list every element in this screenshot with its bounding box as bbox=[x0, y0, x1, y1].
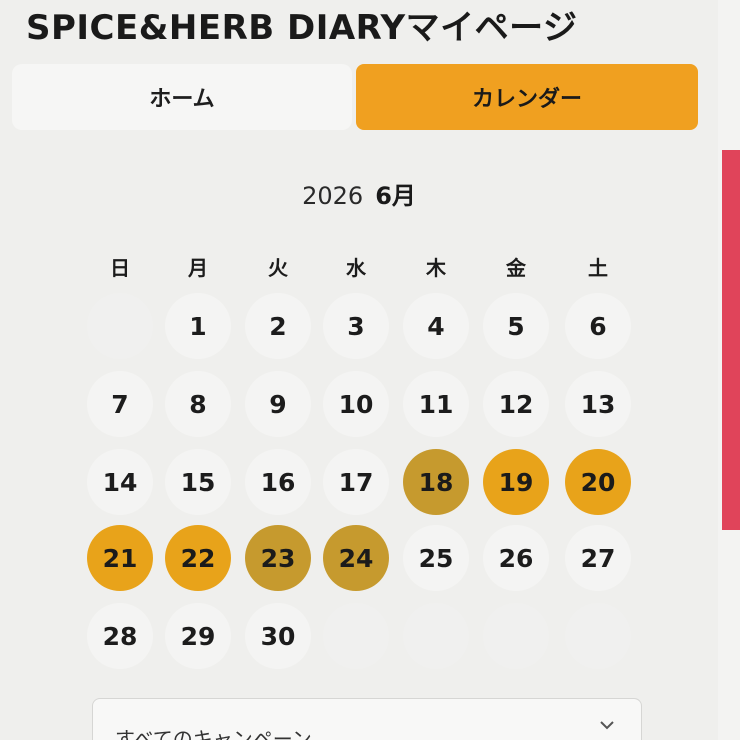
campaign-select[interactable]: すべてのキャンペーン bbox=[92, 698, 642, 740]
calendar-day-28[interactable]: 28 bbox=[87, 603, 153, 669]
calendar-day-empty bbox=[565, 603, 631, 669]
calendar-day-30[interactable]: 30 bbox=[245, 603, 311, 669]
calendar-day-3[interactable]: 3 bbox=[323, 293, 389, 359]
calendar-day-1[interactable]: 1 bbox=[165, 293, 231, 359]
calendar-day-6[interactable]: 6 bbox=[565, 293, 631, 359]
calendar-day-2[interactable]: 2 bbox=[245, 293, 311, 359]
my-page-panel: SPICE&HERB DIARYマイページ ホーム カレンダー 2026 6月 日… bbox=[0, 0, 718, 740]
calendar-day-12[interactable]: 12 bbox=[483, 371, 549, 437]
calendar-day-29[interactable]: 29 bbox=[165, 603, 231, 669]
calendar-day-21[interactable]: 21 bbox=[87, 525, 153, 591]
calendar-day-17[interactable]: 17 bbox=[323, 449, 389, 515]
calendar-day-empty bbox=[483, 603, 549, 669]
calendar-day-14[interactable]: 14 bbox=[87, 449, 153, 515]
calendar-day-empty bbox=[87, 293, 153, 359]
edge-accent bbox=[722, 150, 740, 530]
window-edge bbox=[718, 0, 740, 740]
calendar-day-18[interactable]: 18 bbox=[403, 449, 469, 515]
calendar-day-22[interactable]: 22 bbox=[165, 525, 231, 591]
calendar-day-26[interactable]: 26 bbox=[483, 525, 549, 591]
calendar-day-8[interactable]: 8 bbox=[165, 371, 231, 437]
calendar-day-15[interactable]: 15 bbox=[165, 449, 231, 515]
screen: SPICE&HERB DIARYマイページ ホーム カレンダー 2026 6月 日… bbox=[0, 0, 740, 740]
calendar-grid: 1 2 3 4 5 6 7 8 9 10 11 12 13 14 15 16 17 18 19 20 21 22 23 24 2… bbox=[0, 0, 718, 740]
campaign-select-value: すべてのキャンペーン bbox=[115, 727, 312, 740]
calendar-day-25[interactable]: 25 bbox=[403, 525, 469, 591]
calendar-day-16[interactable]: 16 bbox=[245, 449, 311, 515]
calendar-day-4[interactable]: 4 bbox=[403, 293, 469, 359]
calendar-day-10[interactable]: 10 bbox=[323, 371, 389, 437]
calendar-day-empty bbox=[403, 603, 469, 669]
chevron-down-icon bbox=[600, 721, 614, 730]
calendar-day-empty bbox=[323, 603, 389, 669]
calendar-day-23[interactable]: 23 bbox=[245, 525, 311, 591]
calendar-day-11[interactable]: 11 bbox=[403, 371, 469, 437]
calendar-day-20[interactable]: 20 bbox=[565, 449, 631, 515]
calendar-day-24[interactable]: 24 bbox=[323, 525, 389, 591]
calendar-day-7[interactable]: 7 bbox=[87, 371, 153, 437]
calendar-day-27[interactable]: 27 bbox=[565, 525, 631, 591]
calendar-day-19[interactable]: 19 bbox=[483, 449, 549, 515]
calendar-day-9[interactable]: 9 bbox=[245, 371, 311, 437]
calendar-day-5[interactable]: 5 bbox=[483, 293, 549, 359]
calendar-day-13[interactable]: 13 bbox=[565, 371, 631, 437]
